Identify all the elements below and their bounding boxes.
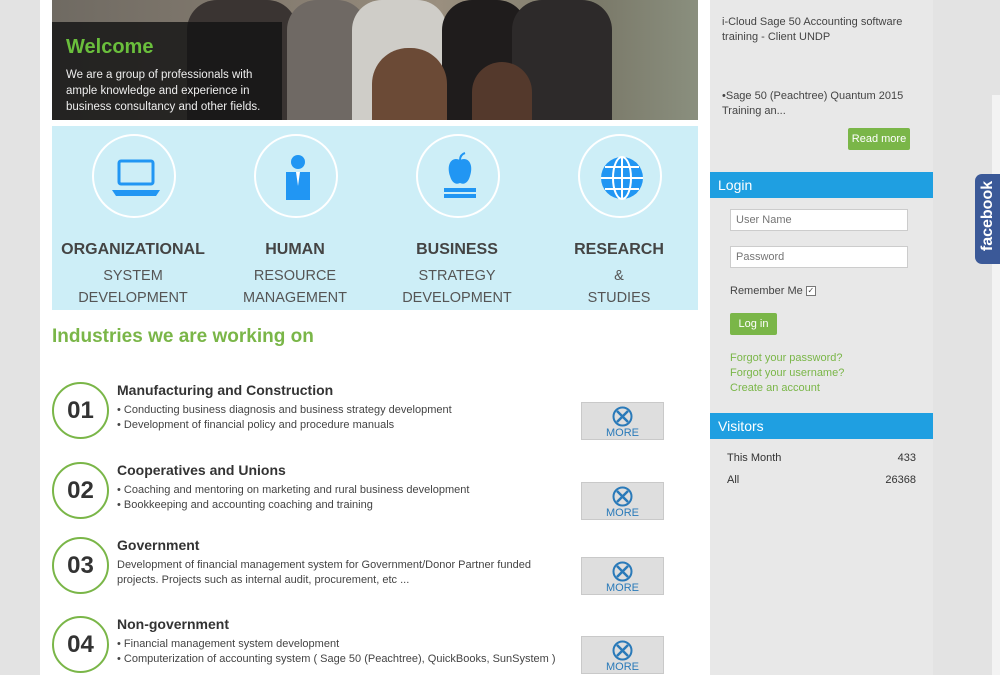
hero-banner: Welcome We are a group of professionals … xyxy=(52,0,698,120)
more-label: MORE xyxy=(606,582,639,594)
visitors-value: 433 xyxy=(897,452,916,464)
sidebar: i-Cloud Sage 50 Accounting software trai… xyxy=(710,0,933,675)
service-title: RESEARCH xyxy=(574,241,664,258)
service-subtitle: STUDIES xyxy=(587,290,651,306)
industry-name: Non-government xyxy=(117,616,229,632)
forgot-username-link[interactable]: Forgot your username? xyxy=(730,367,844,379)
industry-detail: projects. Projects such as internal audi… xyxy=(117,574,410,586)
password-input[interactable] xyxy=(730,246,908,268)
news-item[interactable]: i-Cloud Sage 50 Accounting software trai… xyxy=(722,15,922,45)
service-title: BUSINESS xyxy=(416,241,498,258)
globe-icon xyxy=(601,156,643,200)
industry-detail: • Computerization of accounting system (… xyxy=(117,653,556,665)
remember-me-checkbox[interactable]: ✓ xyxy=(805,286,816,297)
welcome-text: We are a group of professionals with amp… xyxy=(66,67,268,115)
industry-item: 01 Manufacturing and Construction • Cond… xyxy=(52,382,672,442)
news-line: Training an... xyxy=(722,105,786,117)
industry-detail: • Development of financial policy and pr… xyxy=(117,419,395,431)
industry-number: 02 xyxy=(52,462,109,519)
login-button[interactable]: Log in xyxy=(730,313,777,335)
service-subtitle: MANAGEMENT xyxy=(243,290,347,306)
visitors-panel-title: Visitors xyxy=(710,413,933,439)
more-label: MORE xyxy=(606,661,639,673)
service-icon-circle xyxy=(254,134,338,218)
laptop-icon xyxy=(112,159,160,196)
industry-number: 01 xyxy=(52,382,109,439)
service-title: HUMAN xyxy=(265,241,325,258)
more-label: MORE xyxy=(606,507,639,519)
industry-item: 02 Cooperatives and Unions • Coaching an… xyxy=(52,462,672,522)
service-icon-circle xyxy=(578,134,662,218)
service-subtitle: DEVELOPMENT xyxy=(402,290,512,306)
news-line: i-Cloud Sage 50 Accounting software xyxy=(722,16,903,28)
person-icon xyxy=(286,155,310,200)
service-subtitle: & xyxy=(614,268,624,284)
service-icon-circle xyxy=(416,134,500,218)
industry-detail: • Conducting business diagnosis and busi… xyxy=(117,404,452,416)
visitors-row: This Month 433 xyxy=(727,452,916,464)
visitors-label: This Month xyxy=(727,452,782,464)
more-button[interactable]: MORE xyxy=(581,636,664,674)
industry-detail: • Bookkeeping and accounting coaching an… xyxy=(117,499,373,511)
welcome-title: Welcome xyxy=(66,36,154,58)
service-subtitle: STRATEGY xyxy=(418,268,496,284)
industry-name: Manufacturing and Construction xyxy=(117,382,334,398)
compass-icon xyxy=(612,486,633,507)
industry-item: 04 Non-government • Financial management… xyxy=(52,616,672,675)
compass-icon xyxy=(612,406,633,427)
services-band: ORGANIZATIONAL SYSTEM DEVELOPMENT HUMAN … xyxy=(52,126,698,310)
welcome-line: business consultancy and other fields. xyxy=(66,101,261,113)
visitors-row: All 26368 xyxy=(727,474,916,486)
service-human-resource[interactable]: HUMAN RESOURCE MANAGEMENT xyxy=(214,126,376,310)
service-research[interactable]: RESEARCH & STUDIES xyxy=(538,126,700,310)
visitors-label: All xyxy=(727,474,740,486)
compass-icon xyxy=(612,561,633,582)
service-business-strategy[interactable]: BUSINESS STRATEGY DEVELOPMENT xyxy=(376,126,538,310)
welcome-box: Welcome We are a group of professionals … xyxy=(52,22,282,120)
industries-title: Industries we are working on xyxy=(52,326,314,347)
service-organizational[interactable]: ORGANIZATIONAL SYSTEM DEVELOPMENT xyxy=(52,126,214,310)
login-panel-title: Login xyxy=(710,172,933,198)
more-button[interactable]: MORE xyxy=(581,482,664,520)
forgot-password-link[interactable]: Forgot your password? xyxy=(730,352,843,364)
visitors-value: 26368 xyxy=(885,474,916,486)
service-subtitle: DEVELOPMENT xyxy=(78,290,188,306)
welcome-line: We are a group of professionals with xyxy=(66,69,253,81)
service-subtitle: SYSTEM xyxy=(103,268,163,284)
facebook-label: facebook xyxy=(979,180,996,252)
service-subtitle: RESOURCE xyxy=(253,268,337,284)
facebook-tab[interactable]: facebook xyxy=(975,174,1000,264)
read-more-button[interactable]: Read more xyxy=(848,128,910,150)
industry-number: 04 xyxy=(52,616,109,673)
industry-detail: • Financial management system developmen… xyxy=(117,638,340,650)
more-label: MORE xyxy=(606,427,639,439)
news-line: training - Client UNDP xyxy=(722,31,831,43)
news-line: •Sage 50 (Peachtree) Quantum 2015 xyxy=(722,90,904,102)
service-icon-circle xyxy=(92,134,176,218)
more-button[interactable]: MORE xyxy=(581,557,664,595)
industry-name: Government xyxy=(117,537,200,553)
remember-me: Remember Me ✓ xyxy=(730,285,816,297)
compass-icon xyxy=(612,640,633,661)
news-item[interactable]: •Sage 50 (Peachtree) Quantum 2015 Traini… xyxy=(722,89,922,119)
industry-number: 03 xyxy=(52,537,109,594)
industry-item: 03 Government Development of financial m… xyxy=(52,537,672,597)
welcome-line: ample knowledge and experience in xyxy=(66,85,250,97)
remember-me-label: Remember Me xyxy=(730,285,803,297)
create-account-link[interactable]: Create an account xyxy=(730,382,820,394)
more-button[interactable]: MORE xyxy=(581,402,664,440)
industry-detail: Development of financial management syst… xyxy=(117,559,531,571)
industry-detail: • Coaching and mentoring on marketing an… xyxy=(117,484,470,496)
industry-name: Cooperatives and Unions xyxy=(117,462,286,478)
username-input[interactable] xyxy=(730,209,908,231)
apple-book-icon xyxy=(444,152,476,198)
service-title: ORGANIZATIONAL xyxy=(61,241,205,258)
